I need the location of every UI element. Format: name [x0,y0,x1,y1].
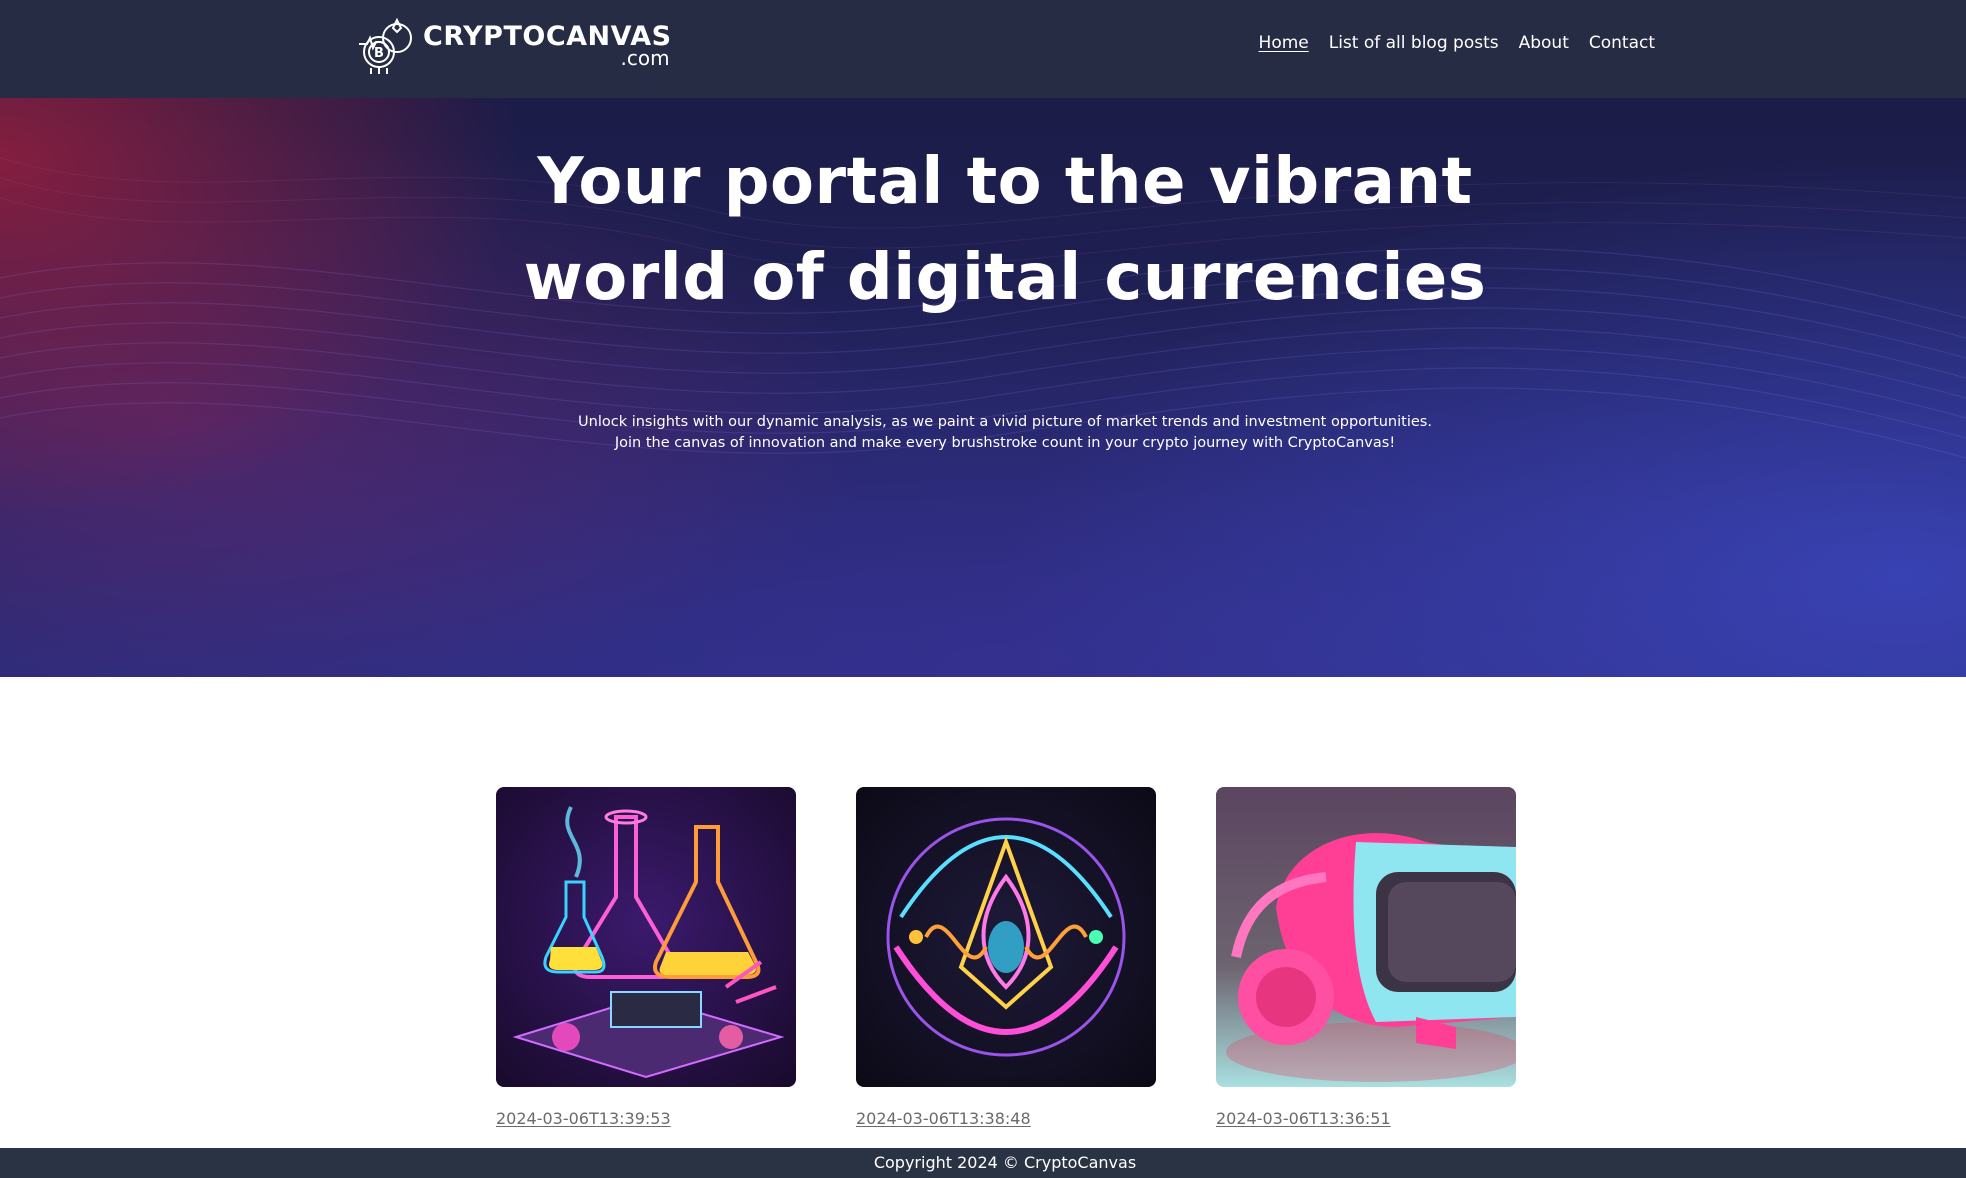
blog-post-grid: 2024-03-06T13:39:53 2024-03-06T13:38:48 … [496,787,1516,1128]
hero-title-line-1: Your portal to the vibrant [537,145,1473,219]
footer-copyright: Copyright 2024 © CryptoCanvas [873,1153,1137,1172]
site-logo[interactable]: B CRYPTOCANVAS .com [355,14,672,76]
logo-domain: .com [620,45,670,70]
neon-abstract-orb-image [856,787,1156,1087]
nav-contact-link[interactable]: Contact [1589,33,1655,53]
post-date-link[interactable]: 2024-03-06T13:36:51 [1216,1109,1391,1128]
hero-banner: Your portal to the vibrant world of digi… [0,98,1966,677]
nav-about-link[interactable]: About [1519,33,1569,53]
blog-post-card: 2024-03-06T13:39:53 [496,787,796,1128]
post-thumbnail-link[interactable] [1216,787,1516,1087]
site-footer: Copyright 2024 © CryptoCanvas [0,1148,1966,1178]
neon-vr-headset-image [1216,787,1516,1087]
post-date-link[interactable]: 2024-03-06T13:38:48 [856,1109,1031,1128]
hero-subtitle: Unlock insights with our dynamic analysi… [0,412,1966,454]
main-nav: Home List of all blog posts About Contac… [1259,33,1655,53]
post-thumbnail-link[interactable] [856,787,1156,1087]
blog-post-card: 2024-03-06T13:38:48 [856,787,1156,1128]
nav-home-link[interactable]: Home [1259,33,1309,53]
post-thumbnail-link[interactable] [496,787,796,1087]
blog-post-card: 2024-03-06T13:36:51 [1216,787,1516,1128]
hero-subtitle-line-2: Join the canvas of innovation and make e… [614,435,1396,451]
site-header: B CRYPTOCANVAS .com Home List of all blo… [0,0,1966,98]
nav-blog-posts-link[interactable]: List of all blog posts [1329,33,1499,53]
hero-subtitle-line-1: Unlock insights with our dynamic analysi… [578,414,1432,430]
post-date-link[interactable]: 2024-03-06T13:39:53 [496,1109,671,1128]
crypto-coins-logo-icon: B [359,17,412,74]
svg-text:B: B [374,46,384,61]
neon-chemistry-lab-image [496,787,796,1087]
hero-title: Your portal to the vibrant world of digi… [0,134,1966,326]
hero-title-line-2: world of digital currencies [523,241,1487,315]
